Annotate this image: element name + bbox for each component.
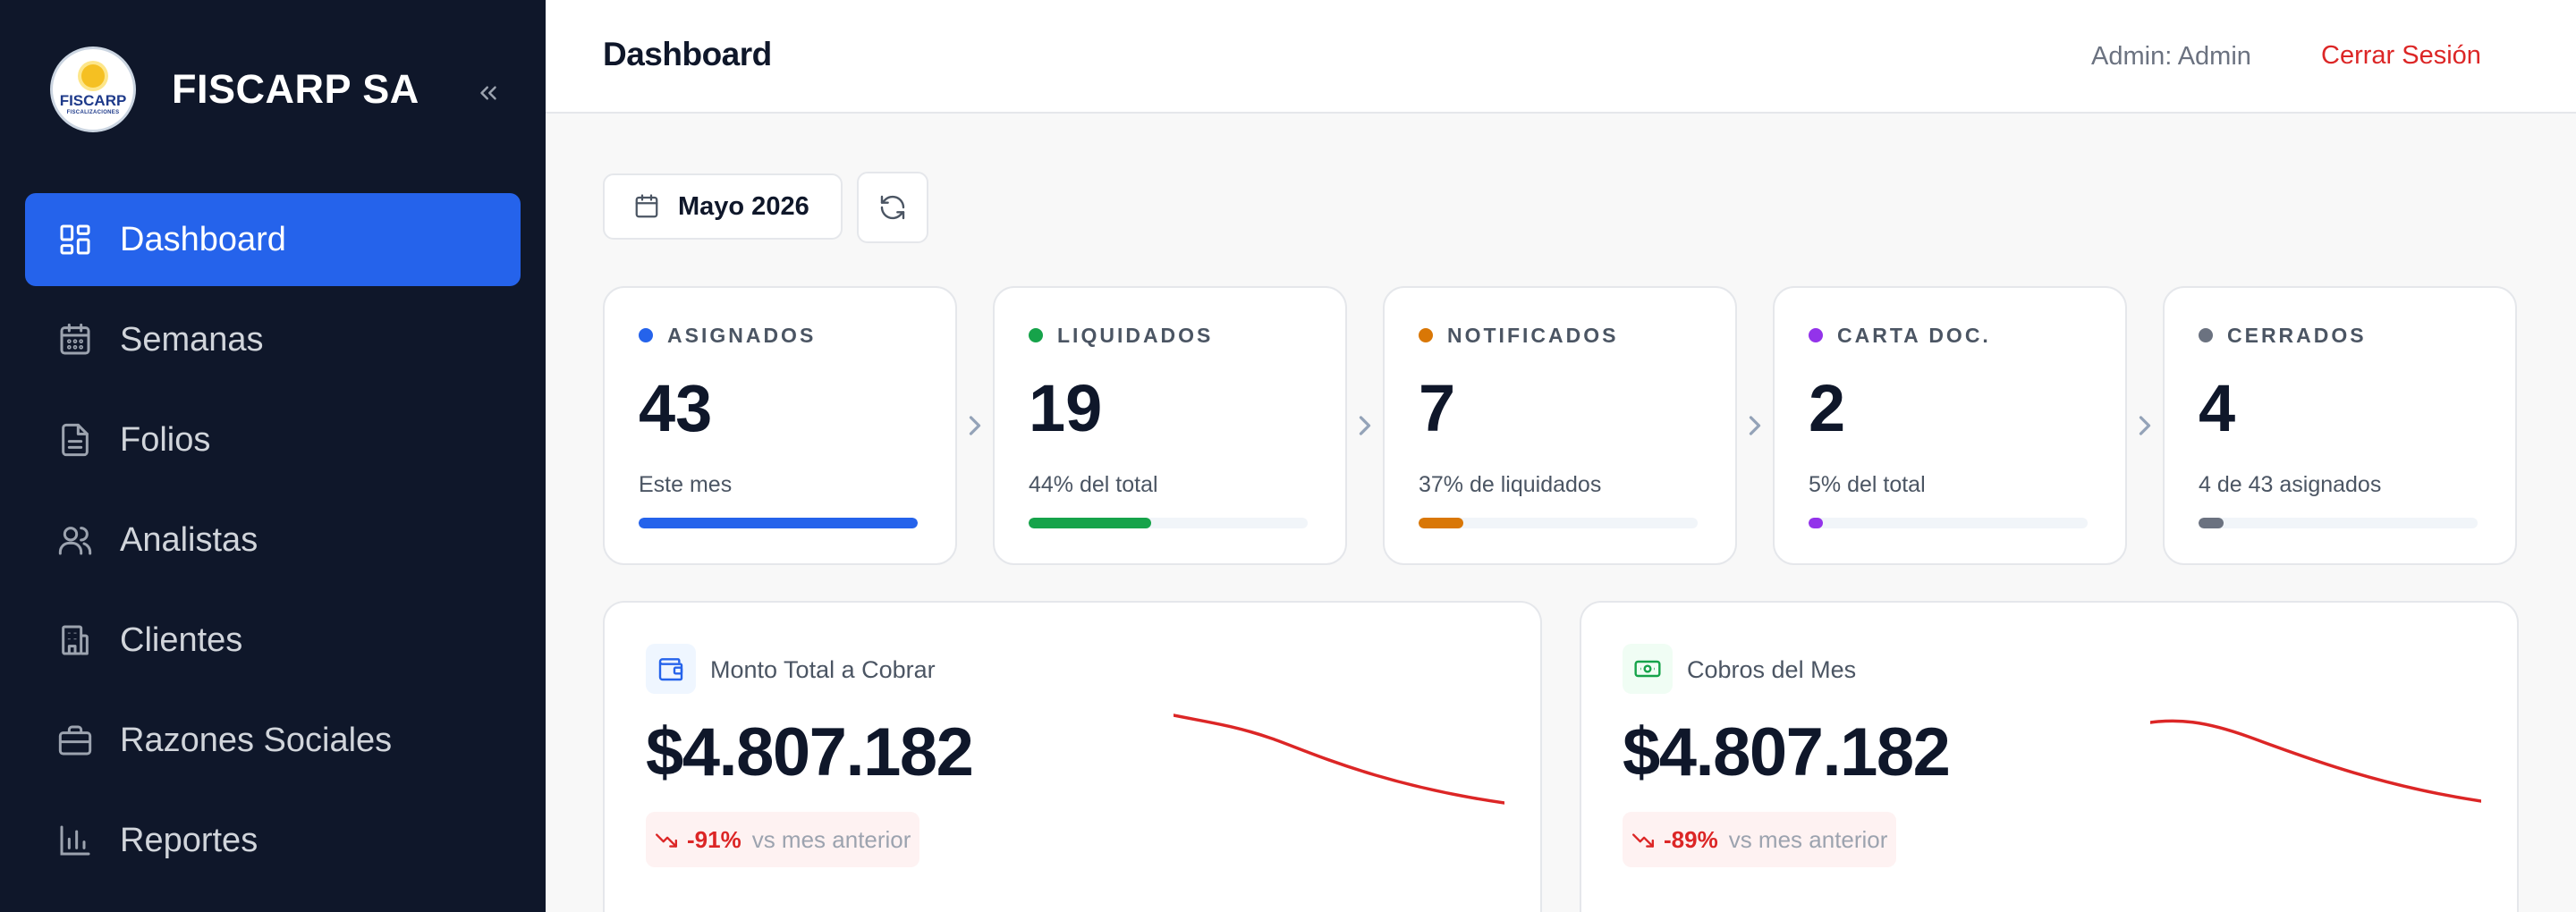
stat-card-liquidados[interactable]: LIQUIDADOS 19 44% del total <box>993 286 1347 565</box>
sidebar-item-semanas[interactable]: Semanas <box>25 293 521 386</box>
sidebar-item-label: Analistas <box>120 520 258 559</box>
stat-label: NOTIFICADOS <box>1447 323 1619 347</box>
brand: FISCARP FISCALIZACIONES FISCARP SA <box>50 46 419 132</box>
stat-card-carta-doc[interactable]: CARTA DOC. 2 5% del total <box>1773 286 2127 565</box>
change-caption: vs mes anterior <box>751 825 911 853</box>
sidebar-item-dashboard[interactable]: Dashboard <box>25 193 521 286</box>
stat-card-notificados[interactable]: NOTIFICADOS 7 37% de liquidados <box>1383 286 1737 565</box>
status-dot <box>1419 328 1433 342</box>
bar-chart-icon <box>55 821 95 860</box>
stat-value: 19 <box>1029 371 1103 445</box>
money-card-monto-total: Monto Total a Cobrar $4.807.182 -91% vs … <box>603 601 1542 912</box>
status-dot <box>639 328 653 342</box>
sidebar-nav: Dashboard Semanas Folios Analistas Clien… <box>25 193 521 894</box>
chevron-right-icon <box>1359 416 1371 435</box>
sidebar-item-analistas[interactable]: Analistas <box>25 494 521 587</box>
stat-value: 4 <box>2199 371 2236 445</box>
stat-subtext: 44% del total <box>1029 472 1158 497</box>
refresh-button[interactable] <box>857 172 928 243</box>
refresh-icon <box>880 195 905 220</box>
progress-bar <box>639 518 918 528</box>
sidebar-item-label: Dashboard <box>120 220 286 258</box>
stat-label: CERRADOS <box>2227 323 2367 347</box>
trend-sparkline <box>1174 714 1504 805</box>
briefcase-icon <box>55 721 95 760</box>
logo-subtext: FISCALIZACIONES <box>66 109 120 115</box>
logo-text: FISCARP <box>59 91 127 109</box>
chevron-right-icon <box>969 416 981 435</box>
document-icon <box>55 420 95 460</box>
calendar-icon <box>55 320 95 359</box>
users-icon <box>55 520 95 560</box>
progress-fill <box>639 518 918 528</box>
progress-fill <box>1029 518 1152 528</box>
progress-fill <box>1809 518 1823 528</box>
chevron-right-icon <box>1749 416 1761 435</box>
stat-subtext: 37% de liquidados <box>1419 472 1602 497</box>
change-badge: -89% vs mes anterior <box>1623 812 1897 867</box>
trending-down-icon <box>655 833 678 848</box>
money-card-value: $4.807.182 <box>1623 714 1951 790</box>
page-title: Dashboard <box>603 36 772 72</box>
status-dot <box>1029 328 1043 342</box>
sun-emblem-icon <box>81 63 105 88</box>
progress-bar <box>1029 518 1308 528</box>
company-logo: FISCARP FISCALIZACIONES <box>50 46 136 132</box>
sidebar-item-label: Folios <box>120 420 211 459</box>
chevrons-left-icon <box>480 86 496 100</box>
money-card-cobros-mes: Cobros del Mes $4.807.182 -89% vs mes an… <box>1580 601 2519 912</box>
grid-icon <box>55 220 95 259</box>
stat-card-cerrados[interactable]: CERRADOS 4 4 de 43 asignados <box>2163 286 2517 565</box>
top-header: Dashboard Admin: Admin Cerrar Sesión <box>546 0 2576 114</box>
progress-fill <box>2199 518 2224 528</box>
money-card-title: Monto Total a Cobrar <box>710 656 936 683</box>
stat-value: 2 <box>1809 371 1846 445</box>
progress-bar <box>2199 518 2478 528</box>
collapse-sidebar-button[interactable] <box>467 72 510 114</box>
progress-fill <box>1419 518 1463 528</box>
sidebar-item-folios[interactable]: Folios <box>25 393 521 486</box>
trend-sparkline <box>2150 719 2481 803</box>
money-card-title: Cobros del Mes <box>1687 656 1857 683</box>
status-dot <box>1809 328 1823 342</box>
stat-subtext: 5% del total <box>1809 472 1926 497</box>
month-picker-button[interactable]: Mayo 2026 <box>603 173 843 240</box>
sidebar: FISCARP FISCALIZACIONES FISCARP SA Dashb… <box>0 0 546 912</box>
stat-label: LIQUIDADOS <box>1057 323 1214 347</box>
current-user-label: Admin: Admin <box>2091 42 2251 71</box>
sidebar-item-label: Reportes <box>120 821 258 859</box>
trending-down-icon <box>1631 833 1655 848</box>
brand-name: FISCARP SA <box>172 66 419 112</box>
building-icon <box>55 621 95 660</box>
month-label: Mayo 2026 <box>678 191 809 221</box>
progress-bar <box>1809 518 2088 528</box>
progress-bar <box>1419 518 1698 528</box>
chevron-right-icon <box>2139 416 2151 435</box>
sidebar-item-razones-sociales[interactable]: Razones Sociales <box>25 694 521 787</box>
money-card-value: $4.807.182 <box>646 714 974 790</box>
stat-value: 43 <box>639 371 713 445</box>
change-badge: -91% vs mes anterior <box>646 812 920 867</box>
change-caption: vs mes anterior <box>1728 825 1888 853</box>
sidebar-item-reportes[interactable]: Reportes <box>25 794 521 887</box>
banknote-icon <box>1623 644 1673 694</box>
calendar-icon <box>635 194 658 218</box>
change-percent: -91% <box>687 825 741 853</box>
stat-card-asignados[interactable]: ASIGNADOS 43 Este mes <box>603 286 957 565</box>
stat-label: ASIGNADOS <box>667 323 817 347</box>
logout-button[interactable]: Cerrar Sesión <box>2321 41 2481 71</box>
stat-value: 7 <box>1419 371 1456 445</box>
status-dot <box>2199 328 2213 342</box>
stat-label: CARTA DOC. <box>1837 323 1991 347</box>
stat-subtext: 4 de 43 asignados <box>2199 472 2382 497</box>
change-percent: -89% <box>1664 825 1718 853</box>
sidebar-item-label: Razones Sociales <box>120 721 393 759</box>
sidebar-item-label: Semanas <box>120 320 264 359</box>
stat-subtext: Este mes <box>639 472 733 497</box>
sidebar-item-label: Clientes <box>120 621 243 659</box>
wallet-icon <box>646 644 696 694</box>
sidebar-item-clientes[interactable]: Clientes <box>25 594 521 687</box>
